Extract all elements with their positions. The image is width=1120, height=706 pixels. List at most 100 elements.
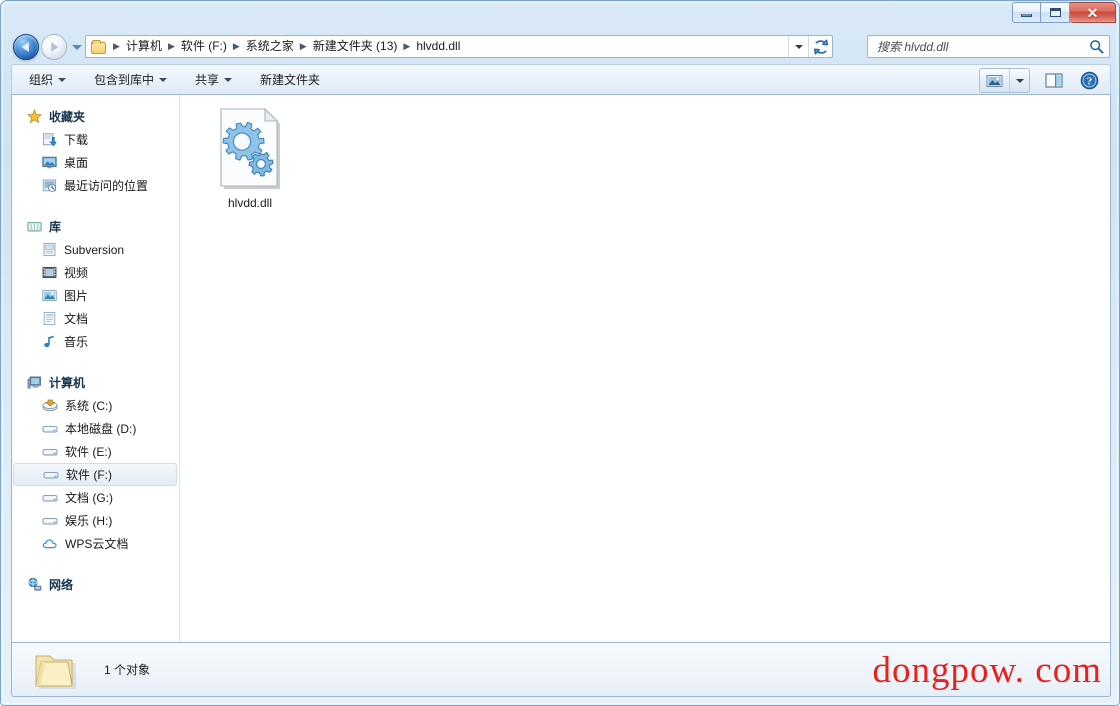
file-item[interactable]: hlvdd.dll xyxy=(198,107,302,210)
navigation-pane[interactable]: 收藏夹 下载 桌面 最近访问的位置 库 Subversion 视频 图片 文档 … xyxy=(12,95,180,642)
minimize-button[interactable] xyxy=(1012,2,1041,23)
drive-icon xyxy=(43,471,59,478)
address-bar-row: ▶ 计算机 ▶ 软件 (F:) ▶ 系统之家 ▶ 新建文件夹 (13) ▶ hl… xyxy=(1,31,1120,63)
organize-label: 组织 xyxy=(29,73,54,87)
breadcrumb-item-computer[interactable]: 计算机 xyxy=(123,36,165,57)
sidebar-item-label: 软件 (F:) xyxy=(66,468,112,482)
breadcrumb-item-new-folder[interactable]: 新建文件夹 (13) xyxy=(310,36,401,57)
refresh-button[interactable] xyxy=(808,36,832,57)
sidebar-item-wps-cloud[interactable]: WPS云文档 xyxy=(12,532,179,555)
include-in-library-label: 包含到库中 xyxy=(94,73,155,87)
search-box[interactable] xyxy=(867,35,1110,58)
breadcrumb-item-hlvdd-dll[interactable]: hlvdd.dll xyxy=(413,36,463,57)
minimize-icon xyxy=(1021,13,1032,17)
search-input[interactable] xyxy=(868,39,1083,54)
maximize-button[interactable] xyxy=(1041,2,1070,23)
star-icon xyxy=(27,109,42,124)
back-button[interactable] xyxy=(13,34,39,60)
sidebar-item-recent-places[interactable]: 最近访问的位置 xyxy=(12,174,179,197)
address-dropdown-button[interactable] xyxy=(788,36,808,57)
download-icon xyxy=(42,133,57,147)
file-name-label: hlvdd.dll xyxy=(227,196,273,210)
sidebar-item-label: 文档 (G:) xyxy=(65,491,113,505)
sidebar-item-drive-c[interactable]: 系统 (C:) xyxy=(12,394,179,417)
sidebar-group-libraries[interactable]: 库 xyxy=(12,215,179,238)
breadcrumb-item-drive-f[interactable]: 软件 (F:) xyxy=(178,36,230,57)
sidebar-item-drive-g[interactable]: 文档 (G:) xyxy=(12,486,179,509)
sidebar-group-label: 收藏夹 xyxy=(49,110,86,124)
sidebar-item-desktop[interactable]: 桌面 xyxy=(12,151,179,174)
search-icon xyxy=(1089,40,1104,54)
sidebar-item-label: 图片 xyxy=(64,289,89,303)
new-folder-button[interactable]: 新建文件夹 xyxy=(249,67,331,92)
sidebar-item-label: 视频 xyxy=(64,266,89,280)
sidebar-group-network[interactable]: 网络 xyxy=(12,573,179,596)
breadcrumb-item-xitongzhijia[interactable]: 系统之家 xyxy=(243,36,297,57)
svg-text:?: ? xyxy=(1087,76,1093,88)
sidebar-group-label: 计算机 xyxy=(49,376,86,390)
organize-button[interactable]: 组织 xyxy=(18,67,77,92)
close-icon: ✕ xyxy=(1086,4,1099,21)
address-bar[interactable]: ▶ 计算机 ▶ 软件 (F:) ▶ 系统之家 ▶ 新建文件夹 (13) ▶ hl… xyxy=(85,35,833,58)
sidebar-item-documents[interactable]: 文档 xyxy=(12,307,179,330)
sidebar-item-drive-e[interactable]: 软件 (E:) xyxy=(12,440,179,463)
sidebar-item-pictures[interactable]: 图片 xyxy=(12,284,179,307)
network-icon xyxy=(28,577,42,591)
history-dropdown-icon[interactable] xyxy=(72,45,82,50)
status-bar: 1 个对象 dongpow. com xyxy=(11,643,1111,697)
sidebar-group-label: 网络 xyxy=(49,578,74,592)
file-list-pane[interactable]: hlvdd.dll xyxy=(180,95,1110,642)
forward-button[interactable] xyxy=(41,34,67,60)
sidebar-item-label: 娱乐 (H:) xyxy=(65,514,113,528)
watermark-text: dongpow. com xyxy=(872,650,1102,691)
cloud-icon xyxy=(42,538,57,548)
search-button[interactable] xyxy=(1083,36,1109,57)
help-button[interactable]: ? xyxy=(1077,68,1102,93)
breadcrumb-separator: ▶ xyxy=(299,41,307,51)
view-icon-cell[interactable] xyxy=(980,69,1009,92)
sidebar-item-music[interactable]: 音乐 xyxy=(12,330,179,353)
breadcrumb-separator: ▶ xyxy=(403,41,411,51)
sidebar-group-favorites[interactable]: 收藏夹 xyxy=(12,105,179,128)
desktop-icon xyxy=(42,156,57,169)
sidebar-item-label: 最近访问的位置 xyxy=(64,179,149,193)
sidebar-item-drive-h[interactable]: 娱乐 (H:) xyxy=(12,509,179,532)
toolbar-right-group: ? xyxy=(979,67,1106,94)
sidebar-group-computer[interactable]: 计算机 xyxy=(12,371,179,394)
sidebar-item-downloads[interactable]: 下载 xyxy=(12,128,179,151)
share-button[interactable]: 共享 xyxy=(184,67,243,92)
sidebar-item-videos[interactable]: 视频 xyxy=(12,261,179,284)
view-dropdown-button[interactable] xyxy=(1009,69,1029,92)
sidebar-item-drive-d[interactable]: 本地磁盘 (D:) xyxy=(12,417,179,440)
change-view-icon xyxy=(986,74,1003,87)
sidebar-item-label: 软件 (E:) xyxy=(65,445,112,459)
library-icon xyxy=(27,221,42,232)
pictures-icon xyxy=(42,290,57,301)
sidebar-item-subversion[interactable]: Subversion xyxy=(12,238,179,261)
share-label: 共享 xyxy=(195,73,220,87)
title-bar: ✕ xyxy=(1,1,1120,29)
include-in-library-button[interactable]: 包含到库中 xyxy=(83,67,178,92)
chevron-down-icon xyxy=(58,77,67,82)
sidebar-item-label: WPS云文档 xyxy=(65,537,129,551)
sidebar-item-label: 下载 xyxy=(64,133,89,147)
sidebar-item-label: 系统 (C:) xyxy=(65,399,113,413)
back-arrow-icon xyxy=(21,42,29,52)
documents-icon xyxy=(43,311,56,326)
close-button[interactable]: ✕ xyxy=(1070,2,1116,23)
drive-icon xyxy=(42,494,58,501)
refresh-icon xyxy=(813,39,828,54)
dll-gear-icon xyxy=(220,107,280,189)
chevron-down-icon xyxy=(224,77,233,82)
breadcrumb: ▶ 计算机 ▶ 软件 (F:) ▶ 系统之家 ▶ 新建文件夹 (13) ▶ hl… xyxy=(110,36,788,57)
sidebar-group-label: 库 xyxy=(49,220,62,234)
chevron-down-icon xyxy=(1015,78,1024,83)
new-folder-label: 新建文件夹 xyxy=(260,73,321,87)
folder-icon xyxy=(35,655,76,689)
change-view-button[interactable] xyxy=(979,68,1030,93)
sidebar-item-drive-f[interactable]: 软件 (F:) xyxy=(13,463,177,486)
subversion-icon xyxy=(43,242,56,257)
preview-pane-button[interactable] xyxy=(1040,68,1067,93)
breadcrumb-separator: ▶ xyxy=(167,41,175,51)
